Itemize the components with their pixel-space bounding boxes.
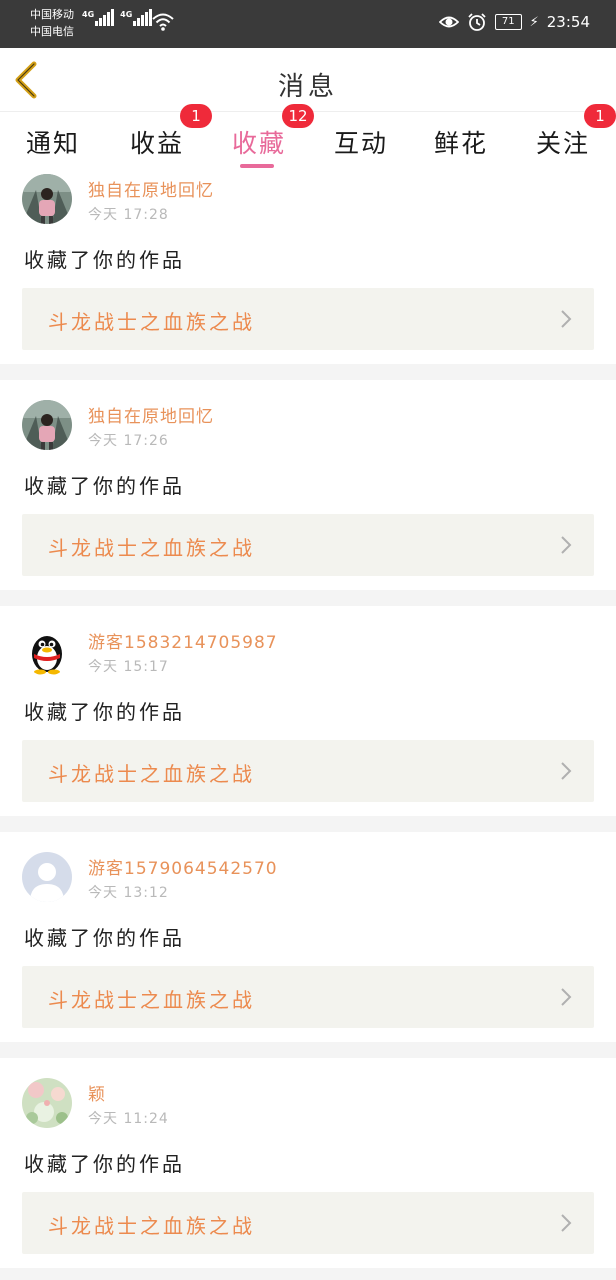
network-type-1: 4G — [82, 10, 95, 19]
tab-flowers[interactable]: 鲜花 — [434, 124, 488, 160]
work-title: 斗龙战士之血族之战 — [48, 762, 255, 786]
work-link[interactable]: 斗龙战士之血族之战 — [22, 514, 594, 576]
tab-follows[interactable]: 关注 — [536, 124, 590, 160]
timestamp: 今天 11:24 — [88, 1111, 169, 1127]
chevron-right-icon — [561, 1214, 572, 1232]
carrier-2: 中国电信 — [30, 25, 74, 38]
work-link[interactable]: 斗龙战士之血族之战 — [22, 1192, 594, 1254]
user-avatar[interactable] — [22, 852, 72, 902]
battery-icon: 71 — [494, 14, 522, 30]
status-bar: 中国移动 中国电信 4G 4G 71 ⚡ 23:54 — [0, 0, 616, 48]
timestamp: 今天 13:12 — [88, 885, 169, 901]
work-title: 斗龙战士之血族之战 — [48, 988, 255, 1012]
divider — [0, 364, 616, 380]
tab-interactions[interactable]: 互动 — [334, 124, 388, 160]
chevron-right-icon — [561, 988, 572, 1006]
penguin-icon — [22, 626, 72, 676]
network-type-2: 4G — [120, 10, 133, 19]
work-link[interactable]: 斗龙战士之血族之战 — [22, 740, 594, 802]
signal-indicators: 4G 4G — [82, 9, 153, 26]
status-right: 71 ⚡ 23:54 — [438, 12, 590, 32]
divider — [0, 816, 616, 832]
chevron-right-icon — [561, 762, 572, 780]
username[interactable]: 游客15790645425​70 — [88, 854, 278, 879]
list-item[interactable]: 游客15790645425​70 今天 13:12 收藏了你的作品 斗龙战士之血… — [0, 832, 616, 1042]
work-link[interactable]: 斗龙战士之血族之战 — [22, 288, 594, 350]
work-link[interactable]: 斗龙战士之血族之战 — [22, 966, 594, 1028]
flower-photo-icon — [22, 1078, 72, 1128]
carrier-info: 中国移动 中国电信 — [30, 6, 74, 40]
work-title: 斗龙战士之血族之战 — [48, 310, 255, 334]
user-avatar[interactable] — [22, 400, 72, 450]
user-avatar[interactable] — [22, 626, 72, 676]
follows-badge: 1 — [584, 104, 616, 128]
signal-bars-icon — [133, 9, 153, 26]
action-text: 收藏了你的作品 — [24, 1152, 185, 1176]
timestamp: 今天 17:26 — [88, 433, 169, 449]
charging-icon: ⚡ — [529, 14, 539, 30]
action-text: 收藏了你的作品 — [24, 926, 185, 950]
earnings-badge: 1 — [180, 104, 212, 128]
list-item[interactable]: 游客15832147059​87 今天 15:17 收藏了你的作品 斗龙战士之血… — [0, 606, 616, 816]
username[interactable]: 独自在原地回忆 — [88, 176, 214, 201]
default-user-icon — [22, 852, 72, 902]
list-item[interactable]: 独自在原地回忆 今天 17:26 收藏了你的作品 斗龙战士之血族之战 — [0, 380, 616, 590]
signal-group-2: 4G — [120, 9, 153, 26]
signal-bars-icon — [95, 9, 115, 26]
timestamp: 今天 17:28 — [88, 207, 169, 223]
list-item[interactable]: 颖 今天 11:24 收藏了你的作品 斗龙战士之血族之战 — [0, 1058, 616, 1268]
user-avatar[interactable] — [22, 174, 72, 224]
tab-notifications[interactable]: 通知 — [26, 124, 80, 160]
username[interactable]: 颖 — [88, 1080, 106, 1105]
tab-earnings[interactable]: 收益 — [130, 124, 184, 160]
favorites-badge: 12 — [282, 104, 314, 128]
signal-group-1: 4G — [82, 9, 115, 26]
divider — [0, 1042, 616, 1058]
wifi-icon — [152, 13, 174, 31]
username[interactable]: 独自在原地回忆 — [88, 402, 214, 427]
action-text: 收藏了你的作品 — [24, 248, 185, 272]
page-title: 消息 — [277, 72, 338, 102]
timestamp: 今天 15:17 — [88, 659, 169, 675]
tab-favorites[interactable]: 收藏 — [232, 124, 286, 160]
divider — [0, 1268, 616, 1280]
user-avatar[interactable] — [22, 1078, 72, 1128]
clock: 23:54 — [546, 13, 590, 31]
active-tab-indicator — [240, 164, 274, 168]
alarm-icon — [468, 13, 486, 31]
divider — [0, 590, 616, 606]
work-title: 斗龙战士之血族之战 — [48, 536, 255, 560]
action-text: 收藏了你的作品 — [24, 474, 185, 498]
nav-bar: 消息 — [0, 48, 616, 112]
eye-comfort-icon — [438, 16, 459, 28]
list-item[interactable]: 独自在原地回忆 今天 17:28 收藏了你的作品 斗龙战士之血族之战 — [0, 172, 616, 382]
carrier-1: 中国移动 — [30, 8, 74, 21]
username[interactable]: 游客15832147059​87 — [88, 628, 278, 653]
tab-bar: 通知 收益 收藏 互动 鲜花 关注 1 12 1 — [0, 104, 616, 172]
action-text: 收藏了你的作品 — [24, 700, 185, 724]
chevron-right-icon — [561, 536, 572, 554]
chevron-right-icon — [561, 310, 572, 328]
work-title: 斗龙战士之血族之战 — [48, 1214, 255, 1238]
